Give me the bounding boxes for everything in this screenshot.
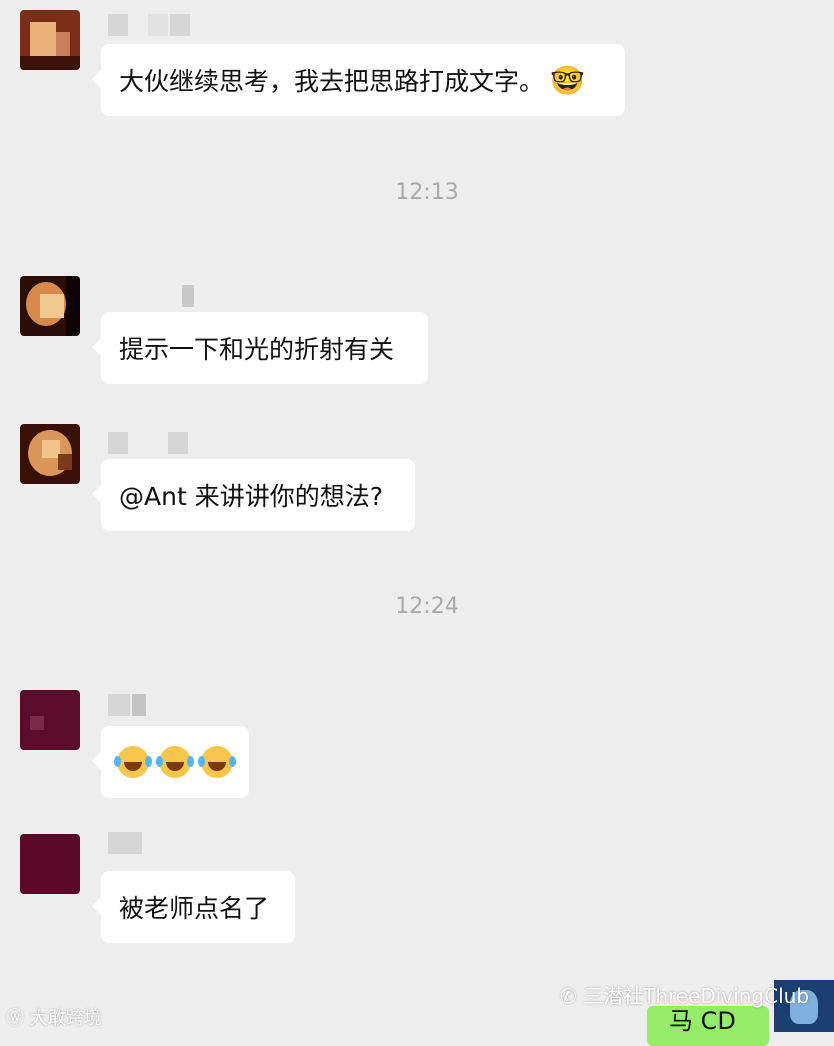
weibo-logo-icon: ⓦ xyxy=(6,1008,24,1029)
wechat-logo-icon: ✆ xyxy=(560,984,577,1008)
message-bubble[interactable]: 提示一下和光的折射有关 xyxy=(92,312,428,384)
message-bubble[interactable]: 被老师点名了 xyxy=(92,871,295,943)
message-text: 大伙继续思考，我去把思路打成文字。 xyxy=(119,67,545,96)
watermark-left: ⓦ 大敢跨境 xyxy=(6,1008,102,1029)
avatar[interactable] xyxy=(20,10,80,70)
own-message-bubble[interactable]: 马 CD xyxy=(647,1006,769,1046)
watermark-right: ✆ 三潜社ThreeDivingClub xyxy=(560,984,810,1008)
face-with-tears-of-joy-icon xyxy=(198,746,236,778)
message-bubble[interactable]: 大伙继续思考，我去把思路打成文字。 🤓 xyxy=(92,44,625,116)
avatar[interactable] xyxy=(20,834,80,894)
message-text: 被老师点名了 xyxy=(119,894,270,923)
avatar[interactable] xyxy=(20,690,80,750)
message-bubble[interactable] xyxy=(92,726,249,798)
message-text: 提示一下和光的折射有关 xyxy=(119,335,395,364)
message-bubble[interactable]: @Ant 来讲讲你的想法? xyxy=(92,459,415,531)
avatar[interactable] xyxy=(20,424,80,484)
smiling-face-with-glasses-icon: 🤓 xyxy=(550,63,585,97)
message-text: @Ant 来讲讲你的想法? xyxy=(119,482,383,511)
avatar[interactable] xyxy=(20,276,80,336)
message-text: 马 CD xyxy=(669,1007,736,1035)
timestamp: 12:13 xyxy=(395,180,459,205)
face-with-tears-of-joy-icon xyxy=(156,746,194,778)
timestamp: 12:24 xyxy=(395,594,459,619)
face-with-tears-of-joy-icon xyxy=(114,746,152,778)
